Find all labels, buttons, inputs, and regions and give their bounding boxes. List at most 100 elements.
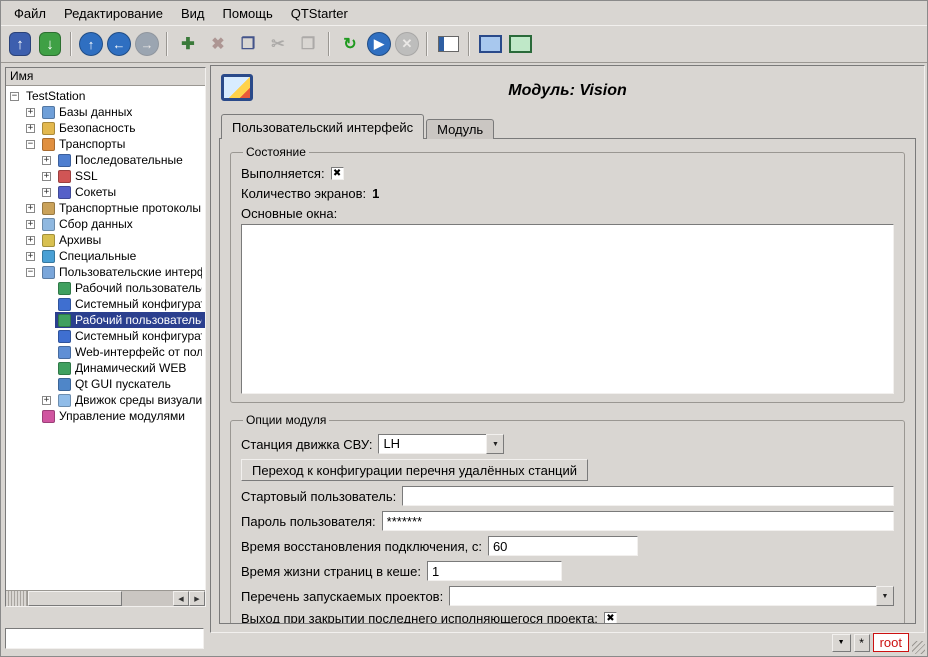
running-checkbox[interactable]: ✖ — [331, 167, 344, 180]
tree-item-box[interactable]: SSL — [55, 168, 101, 184]
copy-item-icon[interactable]: ❐ — [235, 31, 261, 57]
tree-item-box[interactable]: Qt GUI пускатель — [55, 376, 174, 392]
tree-item-box[interactable]: Базы данных — [39, 104, 135, 120]
expand-icon[interactable]: + — [26, 108, 35, 117]
tree-item-box[interactable]: Архивы — [39, 232, 104, 248]
scroll-right-icon[interactable]: ▶ — [189, 591, 205, 606]
tree-item-work-ui-vision[interactable]: Рабочий пользовательский — [6, 312, 205, 328]
scroll-grip[interactable] — [6, 591, 28, 606]
menu-file[interactable]: Файл — [5, 3, 55, 24]
tree-item-qt-starter[interactable]: Qt GUI пускатель — [6, 376, 205, 392]
tree-item-vision-engine[interactable]: + Движок среды визуализ. — [6, 392, 205, 408]
menu-view[interactable]: Вид — [172, 3, 214, 24]
tree-item-box[interactable]: Пользовательские интерфейсы — [39, 264, 205, 280]
tree-item-protocols[interactable]: + Транспортные протоколы — [6, 200, 205, 216]
tree-item-box[interactable]: Системный конфигуратор — [55, 296, 205, 312]
expand-icon[interactable]: + — [26, 252, 35, 261]
tree-item-box[interactable]: Транспортные протоколы — [39, 200, 204, 216]
scroll-left-icon[interactable]: ◀ — [173, 591, 189, 606]
menu-help[interactable]: Помощь — [214, 3, 282, 24]
menu-edit[interactable]: Редактирование — [55, 3, 172, 24]
tree-item-label: Сокеты — [75, 185, 116, 199]
user-password-input[interactable] — [382, 511, 894, 531]
load-from-db-icon[interactable]: ↑ — [9, 32, 31, 56]
expand-icon[interactable]: + — [42, 156, 51, 165]
vision-launcher-icon[interactable] — [477, 31, 503, 57]
menu-qtstarter[interactable]: QTStarter — [282, 3, 357, 24]
tree-item-sys-config-1[interactable]: Системный конфигуратор — [6, 296, 205, 312]
reconnect-time-input[interactable] — [488, 536, 638, 556]
tree-item-box[interactable]: Сбор данных — [39, 216, 136, 232]
tree-item-serial[interactable]: + Последовательные — [6, 152, 205, 168]
chevron-down-icon[interactable]: ▼ — [486, 434, 504, 454]
tree-item-special[interactable]: + Специальные — [6, 248, 205, 264]
resize-grip[interactable] — [912, 641, 925, 654]
tree-item-web-user[interactable]: Web-интерфейс от польз. — [6, 344, 205, 360]
expand-icon[interactable]: + — [42, 188, 51, 197]
up-level-icon[interactable]: ↑ — [79, 32, 103, 56]
tree-item-box[interactable]: Web-интерфейс от польз. — [55, 344, 205, 360]
tree-item-box[interactable]: Управление модулями — [39, 408, 188, 424]
expand-icon[interactable]: + — [26, 204, 35, 213]
tree-item-work-ui-1[interactable]: Рабочий пользовательский — [6, 280, 205, 296]
collapse-icon[interactable]: − — [10, 92, 19, 101]
tree-item-modules-management[interactable]: Управление модулями — [6, 408, 205, 424]
tab-user-interface[interactable]: Пользовательский интерфейс — [221, 114, 424, 139]
tree-item-transports[interactable]: −Транспорты — [6, 136, 205, 152]
tree-item-dynamic-web[interactable]: Динамический WEB — [6, 360, 205, 376]
expand-icon[interactable]: + — [42, 172, 51, 181]
screens-count-label: Количество экранов: — [241, 186, 366, 201]
tree-item-box[interactable]: Безопасность — [39, 120, 139, 136]
start-updating-icon[interactable]: ▶ — [367, 32, 391, 56]
refresh-icon[interactable]: ↻ — [337, 31, 363, 57]
goto-stations-config-button[interactable]: Переход к конфигурации перечня удалённых… — [241, 459, 588, 481]
tree-item-security[interactable]: + Безопасность — [6, 120, 205, 136]
status-dropdown[interactable]: ▼ — [832, 634, 851, 652]
tree-column-header[interactable]: Имя — [6, 68, 205, 86]
status-star-button[interactable]: * — [854, 634, 870, 652]
tree-filter-input[interactable] — [5, 628, 204, 649]
save-to-db-icon[interactable]: ↓ — [39, 32, 61, 56]
start-user-input[interactable] — [402, 486, 894, 506]
expand-icon[interactable]: + — [26, 220, 35, 229]
tree-item-box[interactable]: TestStation — [23, 88, 88, 104]
tree-item-box[interactable]: Динамический WEB — [55, 360, 189, 376]
expand-icon[interactable]: + — [26, 124, 35, 133]
add-item-icon[interactable]: ✚ — [175, 31, 201, 57]
manual-icon[interactable] — [435, 31, 461, 57]
tree-item-teststation[interactable]: −TestStation — [6, 88, 205, 104]
tree-item-archives[interactable]: + Архивы — [6, 232, 205, 248]
collapse-icon[interactable]: − — [26, 140, 35, 149]
main-windows-area[interactable] — [241, 224, 894, 394]
tree-item-box[interactable]: Транспорты — [39, 136, 128, 152]
tree-horizontal-scrollbar[interactable]: ◀ ▶ — [6, 590, 205, 606]
tree-item-ssl[interactable]: + SSL — [6, 168, 205, 184]
tree-item-box[interactable]: Сокеты — [55, 184, 119, 200]
qtcfg-launcher-icon[interactable] — [507, 31, 533, 57]
tree-item-databases[interactable]: + Базы данных — [6, 104, 205, 120]
scroll-thumb[interactable] — [28, 591, 122, 606]
tree-item-daq[interactable]: + Сбор данных — [6, 216, 205, 232]
chevron-down-icon[interactable]: ▼ — [876, 586, 894, 606]
exit-on-close-checkbox[interactable]: ✖ — [604, 612, 617, 624]
expand-icon[interactable]: + — [26, 236, 35, 245]
tab-module[interactable]: Модуль — [426, 119, 494, 139]
tree-item-user-interfaces[interactable]: −Пользовательские интерфейсы — [6, 264, 205, 280]
tree-item-label: Рабочий пользовательский — [75, 313, 202, 327]
current-user-badge[interactable]: root — [873, 633, 909, 652]
tree-item-sys-config-2[interactable]: Системный конфигуратор — [6, 328, 205, 344]
tree-item-box[interactable]: Рабочий пользовательский — [55, 312, 205, 328]
back-icon[interactable]: ← — [107, 32, 131, 56]
tree-item-box[interactable]: Последовательные — [55, 152, 186, 168]
tree-item-box[interactable]: Движок среды визуализ. — [55, 392, 205, 408]
scroll-track[interactable] — [28, 591, 173, 606]
tree-item-sockets[interactable]: + Сокеты — [6, 184, 205, 200]
expand-icon[interactable]: + — [42, 396, 51, 405]
tree-item-box[interactable]: Рабочий пользовательский — [55, 280, 205, 296]
cache-lifetime-input[interactable] — [427, 561, 562, 581]
projects-combobox[interactable]: ▼ — [449, 586, 894, 606]
collapse-icon[interactable]: − — [26, 268, 35, 277]
tree-item-box[interactable]: Специальные — [39, 248, 139, 264]
station-combobox[interactable]: LH ▼ — [378, 434, 504, 454]
tree-item-box[interactable]: Системный конфигуратор — [55, 328, 205, 344]
